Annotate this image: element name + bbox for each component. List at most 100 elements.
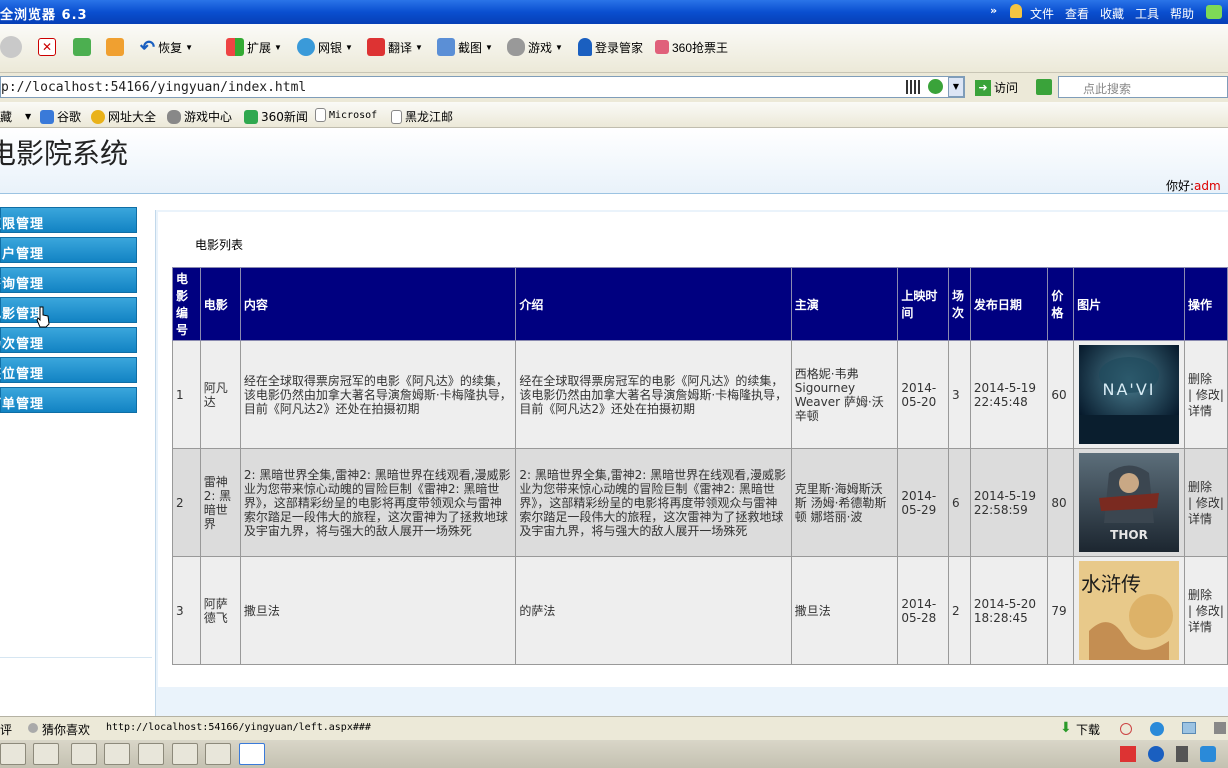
- list-title: 电影列表: [195, 238, 244, 252]
- poster-shuihu[interactable]: 水浒传: [1079, 561, 1180, 660]
- fav-label: 360新闻: [261, 110, 308, 124]
- screenshot-label: 截图: [458, 40, 483, 55]
- browser-task-icon[interactable]: [239, 743, 265, 765]
- search-input[interactable]: 点此搜索: [1058, 76, 1228, 98]
- tray-s-icon[interactable]: [1120, 746, 1136, 762]
- speaker-icon[interactable]: [1214, 722, 1226, 734]
- edit-link[interactable]: | 修改|: [1188, 604, 1224, 618]
- cell-cast: 西格妮·韦弗Sigourney Weaver 萨姆·沃辛顿: [790, 340, 899, 449]
- home-button[interactable]: [106, 34, 124, 60]
- go-label: 访问: [994, 81, 1019, 95]
- window-icon[interactable]: [1182, 722, 1196, 734]
- poster-thor[interactable]: THOR: [1079, 453, 1180, 552]
- menu-help[interactable]: 帮助: [1170, 5, 1194, 22]
- go-button[interactable]: ➜ 访问: [975, 79, 1018, 96]
- download-button[interactable]: 下载: [1076, 721, 1100, 738]
- app-task-icon[interactable]: [71, 743, 97, 765]
- detail-link[interactable]: 详情: [1188, 620, 1212, 634]
- table-row: 2 雷神2: 黑暗世界 2: 黑暗世界全集,雷神2: 黑暗世界在线观看,漫威影业…: [172, 448, 1228, 557]
- tray-help-icon[interactable]: [1148, 746, 1164, 762]
- fav-games[interactable]: 游戏中心: [167, 108, 232, 125]
- plus-icon[interactable]: [1120, 723, 1132, 735]
- nav-orders[interactable]: 订单管理: [0, 387, 137, 413]
- ie-mode-icon[interactable]: [928, 79, 943, 94]
- menu-tools[interactable]: 工具: [1135, 5, 1159, 22]
- cell-price: 80: [1047, 448, 1075, 557]
- link-task-icon[interactable]: [205, 743, 231, 765]
- nav-label: 订单管理: [0, 397, 45, 412]
- shirt-icon[interactable]: [1206, 5, 1222, 19]
- favorites-menu[interactable]: 藏 ▼: [0, 108, 31, 125]
- nav-label: 场次管理: [0, 337, 45, 352]
- detail-link[interactable]: 详情: [1188, 512, 1212, 526]
- fav-hlj-mail[interactable]: 黑龙江邮: [391, 108, 453, 125]
- extend-label: 扩展: [247, 40, 272, 55]
- menu-favorites[interactable]: 收藏: [1100, 5, 1124, 22]
- fav-360news[interactable]: 360新闻: [244, 108, 308, 125]
- cell-price: 60: [1047, 340, 1075, 449]
- nav-permission[interactable]: 权限管理: [0, 207, 137, 233]
- username: adm: [1194, 179, 1221, 193]
- forward-button[interactable]: [0, 34, 22, 60]
- nav-label: 用户管理: [0, 247, 45, 262]
- book-task-icon[interactable]: [104, 743, 130, 765]
- cell-release: 2014-05-29: [897, 448, 950, 557]
- ie-task-icon[interactable]: [0, 743, 26, 765]
- cell-content: 2: 黑暗世界全集,雷神2: 黑暗世界在线观看,漫威影业为您带来惊心动魄的冒险巨…: [239, 448, 517, 557]
- cell-published: 2014-5-19 22:58:59: [969, 448, 1049, 557]
- menu-file[interactable]: 文件: [1030, 5, 1054, 22]
- fav-google[interactable]: 谷歌: [40, 108, 81, 125]
- url-input[interactable]: p://localhost:54166/yingyuan/index.html: [0, 76, 965, 98]
- table-header-row: 电影编号 电影 内容 介绍 主演 上映时间 场次 发布日期 价格 图片 操作: [172, 267, 1228, 341]
- gamepad-icon: [507, 38, 525, 56]
- nav-movies[interactable]: 电影管理: [0, 297, 137, 323]
- search-engine-icon[interactable]: [1036, 79, 1052, 95]
- translate-icon: [367, 38, 385, 56]
- translate-button[interactable]: 翻译 ▼: [367, 34, 423, 60]
- refresh-button[interactable]: [73, 34, 91, 60]
- tickets-button[interactable]: 360抢票王: [655, 34, 728, 60]
- qrcode-icon[interactable]: [906, 80, 920, 94]
- status-left: 评: [0, 723, 13, 737]
- detail-link[interactable]: 详情: [1188, 404, 1212, 418]
- delete-link[interactable]: 删除: [1188, 480, 1212, 494]
- delete-link[interactable]: 删除: [1188, 372, 1212, 386]
- login-manager-label: 登录管家: [595, 40, 644, 55]
- ie-icon[interactable]: [1150, 722, 1164, 736]
- nav-seats[interactable]: 座位管理: [0, 357, 137, 383]
- table-row: 3 阿萨德飞 撒旦法 的萨法 撒旦法 2014-05-28 2 2014-5-2…: [172, 556, 1228, 665]
- nav-users[interactable]: 用户管理: [0, 237, 137, 263]
- menu-view[interactable]: 查看: [1065, 5, 1089, 22]
- cell-id: 3: [172, 556, 201, 665]
- db-task-icon[interactable]: [172, 743, 198, 765]
- cell-sessions: 2: [948, 556, 971, 665]
- dropdown-icon: ▼: [185, 42, 194, 52]
- tray-network-icon[interactable]: [1200, 746, 1216, 762]
- extend-button[interactable]: 扩展 ▼: [226, 34, 282, 60]
- stop-button[interactable]: ✕: [38, 34, 56, 60]
- login-manager-button[interactable]: 登录管家: [578, 34, 643, 60]
- delete-link[interactable]: 删除: [1188, 588, 1212, 602]
- nav-sessions[interactable]: 场次管理: [0, 327, 137, 353]
- chevron-right-icon[interactable]: »: [990, 4, 997, 17]
- edit-link[interactable]: | 修改|: [1188, 388, 1224, 402]
- mascot-icon[interactable]: [1010, 4, 1022, 18]
- settings-task-icon[interactable]: [138, 743, 164, 765]
- hao-icon: [91, 109, 105, 124]
- col-header: 发布日期: [969, 267, 1049, 341]
- nav-consult[interactable]: 咨询管理: [0, 267, 137, 293]
- fav-hao[interactable]: 网址大全: [91, 108, 156, 125]
- bank-button[interactable]: 网银 ▼: [297, 34, 353, 60]
- folder-task-icon[interactable]: [33, 743, 59, 765]
- tray-usb-icon[interactable]: [1176, 746, 1188, 762]
- screenshot-button[interactable]: 截图 ▼: [437, 34, 493, 60]
- url-dropdown-icon[interactable]: ▼: [948, 77, 964, 97]
- fav-microsoft[interactable]: Microsof: [315, 108, 377, 122]
- favorites-bar: 藏 ▼ 谷歌 网址大全 游戏中心 360新闻 Microsof 黑龙江邮: [0, 102, 1228, 128]
- poster-avatar[interactable]: NA'VI: [1079, 345, 1180, 444]
- page-icon: [391, 109, 402, 124]
- edit-link[interactable]: | 修改|: [1188, 496, 1224, 510]
- guess-you-like[interactable]: 猜你喜欢: [42, 721, 90, 738]
- games-button[interactable]: 游戏 ▼: [507, 34, 563, 60]
- restore-button[interactable]: ↶ 恢复 ▼: [140, 34, 193, 60]
